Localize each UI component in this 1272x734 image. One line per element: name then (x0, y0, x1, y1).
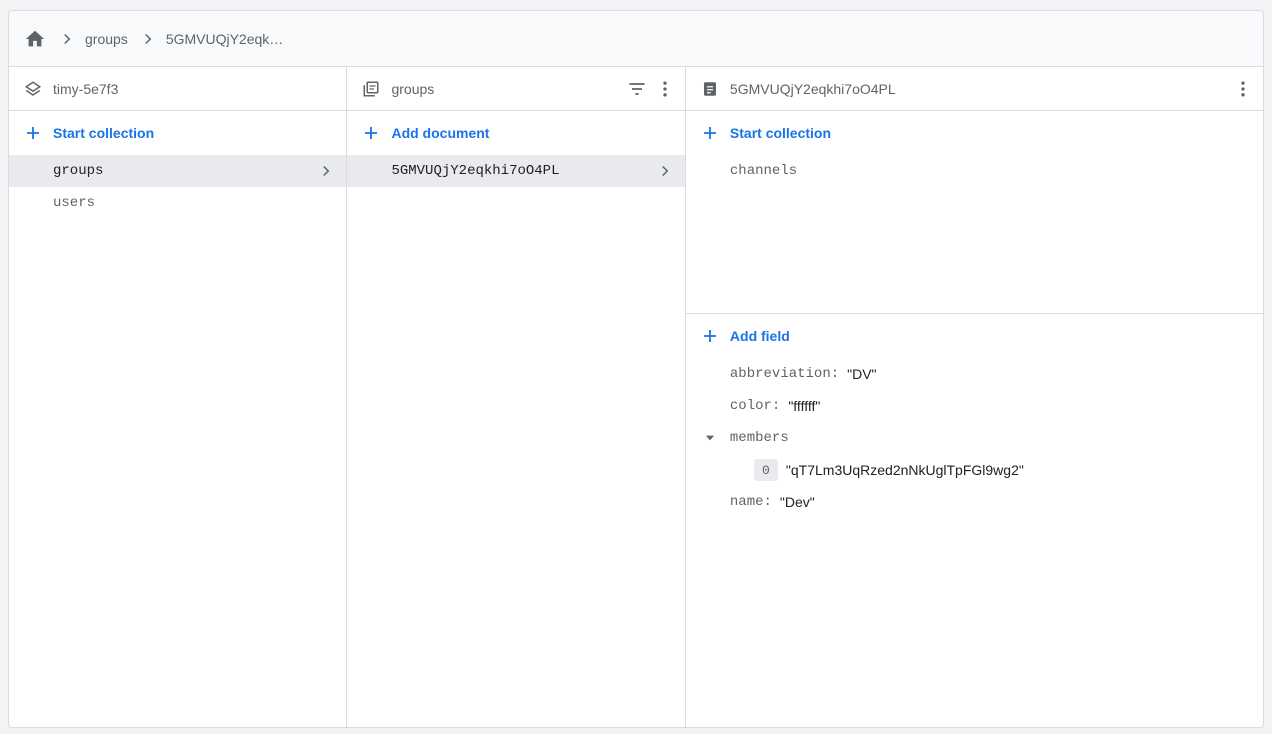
array-item-0[interactable]: 0 "qT7Lm3UqRzed2nNkUglTpFGl9wg2" (686, 454, 1263, 486)
firestore-data-panel: groups 5GMVUQjY2eqk… timy-5e7f3 Start co… (8, 10, 1264, 728)
arrow-drop-down-icon[interactable] (702, 430, 718, 446)
chevron-right-icon (653, 159, 677, 183)
chevron-right-icon (55, 27, 79, 51)
add-document-label: Add document (391, 125, 490, 141)
plus-icon (700, 123, 720, 143)
filter-icon[interactable] (625, 77, 649, 101)
document-item[interactable]: 5GMVUQjY2eqkhi7oO4PL (347, 155, 685, 187)
document-icon (700, 79, 720, 99)
field-key: name: (729, 494, 772, 510)
chevron-right-icon (136, 27, 160, 51)
collection-item-groups[interactable]: groups (9, 155, 347, 187)
breadcrumb-item-document[interactable]: 5GMVUQjY2eqk… (166, 31, 283, 47)
document-column: 5GMVUQjY2eqkhi7oO4PL Start collection ch… (685, 67, 1263, 727)
chevron-right-icon (314, 159, 338, 183)
project-column: timy-5e7f3 Start collection groups users (9, 67, 348, 727)
database-layers-icon (23, 79, 43, 99)
array-value: "qT7Lm3UqRzed2nNkUglTpFGl9wg2" (785, 462, 1024, 478)
field-value: "Dev" (779, 494, 815, 510)
add-document-button[interactable]: Add document (347, 111, 684, 155)
collection-label: groups (53, 163, 104, 179)
project-title: timy-5e7f3 (53, 80, 119, 97)
plus-icon (23, 123, 43, 143)
field-value: "ffffff" (788, 398, 821, 414)
subcollections-section: Start collection channels (685, 111, 1263, 314)
start-collection-button[interactable]: Start collection (9, 111, 346, 155)
field-abbreviation[interactable]: abbreviation: "DV" (686, 358, 1263, 390)
breadcrumb: groups 5GMVUQjY2eqk… (9, 11, 1263, 67)
collection-column: groups Add document 5GMVUQjY2eqkhi7oO4PL (347, 67, 686, 727)
project-header: timy-5e7f3 (9, 67, 347, 111)
add-field-button[interactable]: Add field (686, 314, 1263, 358)
start-subcollection-button[interactable]: Start collection (686, 111, 1263, 155)
more-vert-icon[interactable] (1231, 77, 1255, 101)
collection-title: groups (391, 80, 435, 97)
subcollection-label: channels (729, 163, 798, 179)
field-color[interactable]: color: "ffffff" (686, 390, 1263, 422)
home-icon[interactable] (23, 27, 47, 51)
field-members[interactable]: members (686, 422, 1263, 454)
document-title: 5GMVUQjY2eqkhi7oO4PL (729, 80, 896, 97)
start-collection-label: Start collection (53, 125, 155, 141)
array-index: 0 (753, 459, 778, 481)
field-key: color: (729, 398, 781, 414)
start-subcollection-label: Start collection (729, 125, 832, 141)
collection-item-users[interactable]: users (9, 187, 346, 219)
more-vert-icon[interactable] (653, 77, 677, 101)
collection-header: groups (347, 67, 685, 111)
plus-icon (361, 123, 381, 143)
document-label: 5GMVUQjY2eqkhi7oO4PL (391, 163, 560, 179)
plus-icon (700, 326, 720, 346)
add-field-label: Add field (729, 328, 790, 344)
field-key: abbreviation: (729, 366, 840, 382)
field-value: "DV" (847, 366, 877, 382)
document-header: 5GMVUQjY2eqkhi7oO4PL (685, 67, 1263, 111)
subcollection-item-channels[interactable]: channels (686, 155, 1263, 187)
field-key: members (729, 430, 789, 446)
breadcrumb-item-groups[interactable]: groups (85, 31, 128, 47)
fields-section: Add field abbreviation: "DV" color: "fff… (686, 314, 1263, 518)
collection-label: users (53, 195, 96, 211)
field-name[interactable]: name: "Dev" (686, 486, 1263, 518)
collection-icon (361, 79, 381, 99)
